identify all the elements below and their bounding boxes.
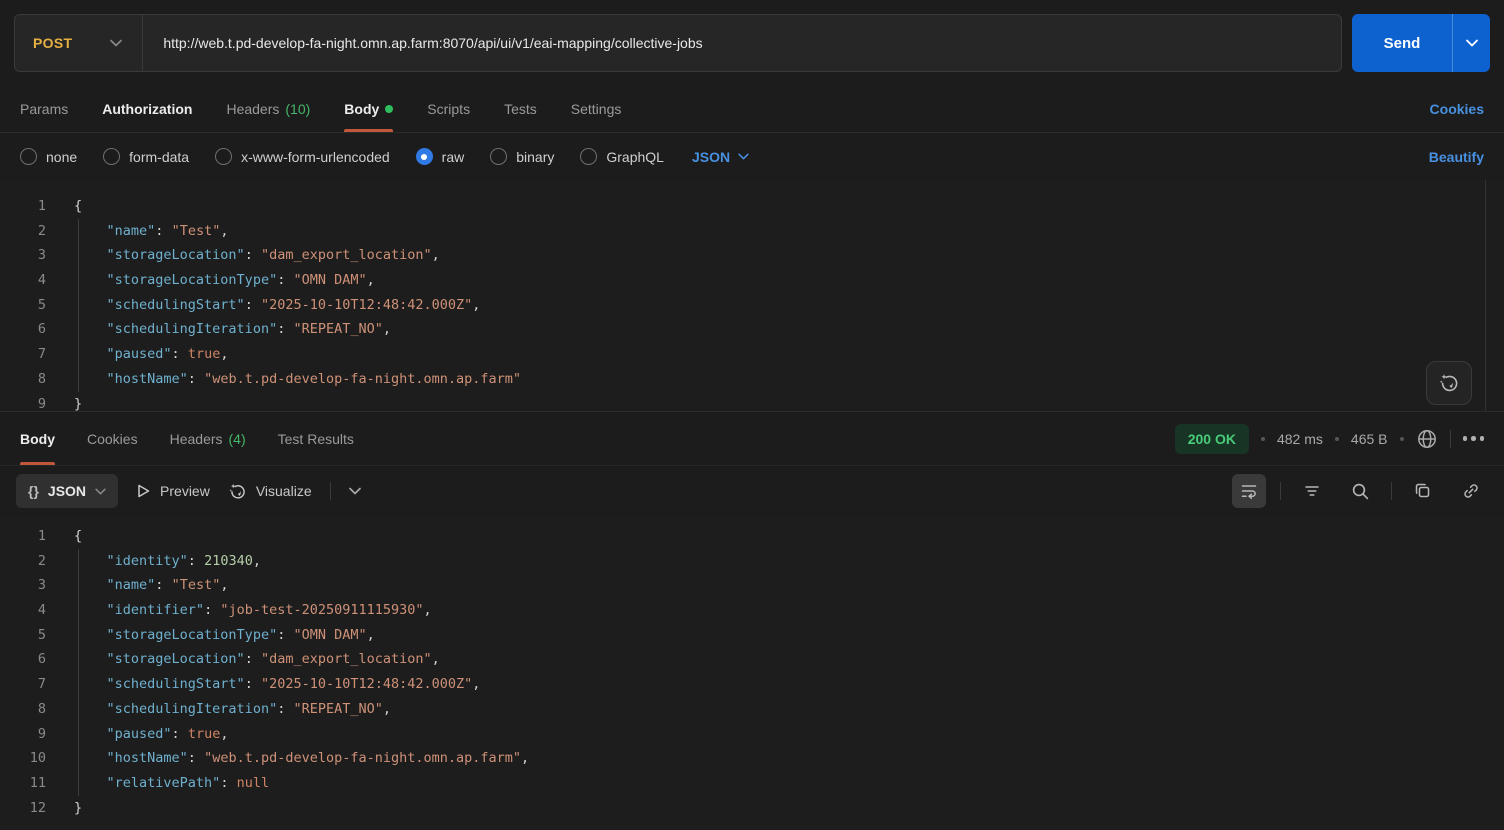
- globe-icon[interactable]: [1416, 428, 1438, 450]
- more-options-icon[interactable]: [1463, 436, 1485, 441]
- body-modified-dot: [385, 105, 393, 113]
- scrollbar-track[interactable]: [1485, 180, 1486, 411]
- request-url-row: POST http://web.t.pd-develop-fa-night.om…: [0, 0, 1504, 85]
- response-tabs: Body Cookies Headers (4) Test Results: [20, 412, 1175, 465]
- response-meta: 200 OK 482 ms 465 B: [1175, 412, 1484, 465]
- request-body-code: 1{2 "name": "Test",3 "storageLocation": …: [0, 194, 1504, 412]
- api-client-window: POST http://web.t.pd-develop-fa-night.om…: [0, 0, 1504, 830]
- response-tab-headers[interactable]: Headers (4): [170, 412, 246, 465]
- radio-icon: [20, 148, 37, 165]
- postbot-button[interactable]: [1426, 361, 1472, 405]
- request-url-bar: POST http://web.t.pd-develop-fa-night.om…: [14, 14, 1342, 72]
- radio-icon: [490, 148, 507, 165]
- chevron-down-icon: [738, 153, 749, 160]
- separator-dot: [1400, 437, 1404, 441]
- tab-headers[interactable]: Headers (10): [226, 85, 310, 132]
- request-body-editor[interactable]: 1{2 "name": "Test",3 "storageLocation": …: [0, 180, 1504, 412]
- response-header: Body Cookies Headers (4) Test Results 20…: [0, 412, 1504, 466]
- radio-x-www-form-urlencoded[interactable]: x-www-form-urlencoded: [215, 148, 390, 165]
- method-selector[interactable]: POST: [15, 15, 142, 71]
- radio-raw[interactable]: raw: [416, 148, 465, 165]
- radio-selected-icon: [416, 148, 433, 165]
- response-time: 482 ms: [1277, 431, 1323, 447]
- response-toolbar: {} JSON Preview Visualize: [0, 466, 1504, 516]
- divider: [1450, 430, 1451, 448]
- response-tab-cookies[interactable]: Cookies: [87, 412, 138, 465]
- preview-button[interactable]: Preview: [136, 483, 210, 499]
- copy-icon[interactable]: [1406, 474, 1440, 508]
- tab-scripts[interactable]: Scripts: [427, 85, 470, 132]
- response-format-selector[interactable]: {} JSON: [16, 474, 118, 508]
- search-icon[interactable]: [1343, 474, 1377, 508]
- divider: [1280, 482, 1281, 500]
- word-wrap-icon[interactable]: [1232, 474, 1266, 508]
- response-size: 465 B: [1351, 431, 1388, 447]
- beautify-link[interactable]: Beautify: [1429, 149, 1484, 165]
- radio-form-data[interactable]: form-data: [103, 148, 189, 165]
- link-icon[interactable]: [1454, 474, 1488, 508]
- method-label: POST: [33, 35, 72, 51]
- separator-dot: [1261, 437, 1265, 441]
- response-tab-test-results[interactable]: Test Results: [278, 412, 354, 465]
- radio-icon: [215, 148, 232, 165]
- cookies-link[interactable]: Cookies: [1430, 101, 1484, 117]
- chevron-down-icon: [110, 39, 122, 47]
- response-tab-body[interactable]: Body: [20, 412, 55, 465]
- radio-icon: [580, 148, 597, 165]
- response-body-editor[interactable]: 1{2 "identity": 210340,3 "name": "Test",…: [0, 516, 1504, 830]
- sparkle-circle-icon: [228, 482, 247, 501]
- sparkle-circle-icon: [1438, 372, 1460, 394]
- request-tabs-row: Params Authorization Headers (10) Body S…: [0, 85, 1504, 133]
- play-outline-icon: [136, 483, 151, 499]
- filter-icon[interactable]: [1295, 474, 1329, 508]
- radio-none[interactable]: none: [20, 148, 77, 165]
- radio-binary[interactable]: binary: [490, 148, 554, 165]
- tab-authorization[interactable]: Authorization: [102, 85, 192, 132]
- raw-format-selector[interactable]: JSON: [692, 149, 749, 165]
- tab-params[interactable]: Params: [20, 85, 68, 132]
- body-type-row: none form-data x-www-form-urlencoded raw…: [0, 133, 1504, 180]
- response-body-code: 1{2 "identity": 210340,3 "name": "Test",…: [0, 524, 1504, 820]
- radio-icon: [103, 148, 120, 165]
- visualize-button[interactable]: Visualize: [228, 482, 312, 501]
- chevron-down-icon: [95, 488, 106, 495]
- tab-tests[interactable]: Tests: [504, 85, 537, 132]
- separator-dot: [1335, 437, 1339, 441]
- send-options-caret[interactable]: [1452, 14, 1490, 72]
- url-input[interactable]: http://web.t.pd-develop-fa-night.omn.ap.…: [143, 35, 702, 51]
- tab-settings[interactable]: Settings: [571, 85, 622, 132]
- request-tabs: Params Authorization Headers (10) Body S…: [20, 85, 1430, 132]
- send-button-main[interactable]: Send: [1352, 14, 1452, 72]
- status-badge: 200 OK: [1175, 424, 1249, 454]
- braces-icon: {}: [28, 483, 39, 499]
- divider: [1391, 482, 1392, 500]
- format-options-chevron-icon[interactable]: [349, 487, 361, 495]
- chevron-down-icon: [1466, 39, 1478, 47]
- send-button: Send: [1352, 14, 1490, 72]
- divider: [330, 482, 331, 500]
- response-toolbar-right: [1232, 474, 1488, 508]
- radio-graphql[interactable]: GraphQL: [580, 148, 664, 165]
- tab-body[interactable]: Body: [344, 85, 393, 132]
